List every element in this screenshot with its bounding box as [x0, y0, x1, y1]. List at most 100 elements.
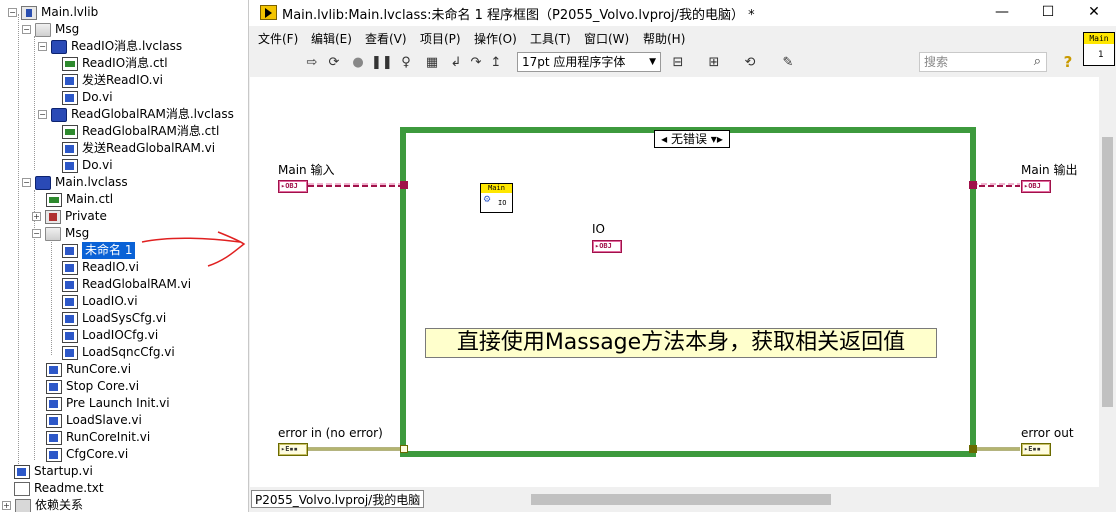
- clean-up-diagram-icon[interactable]: ✎: [779, 54, 797, 71]
- highlight-execution-icon[interactable]: ♀: [397, 54, 415, 71]
- input-tunnel[interactable]: [400, 181, 408, 189]
- vi-icon: [62, 141, 78, 156]
- tree-item-selected[interactable]: 未命名 1: [62, 242, 136, 259]
- tree-item[interactable]: Startup.vi: [14, 463, 93, 480]
- maximize-button[interactable]: ☐: [1025, 0, 1071, 26]
- tree-item[interactable]: LoadIOCfg.vi: [62, 327, 158, 344]
- io-indicator[interactable]: ▸OBJ: [592, 240, 622, 253]
- tree-item[interactable]: Main.ctl: [46, 191, 113, 208]
- tree-item[interactable]: LoadSqncCfg.vi: [62, 344, 175, 361]
- tree-item[interactable]: CfgCore.vi: [46, 446, 128, 463]
- main-input-terminal[interactable]: ▸OBJ: [278, 180, 308, 193]
- main-output-terminal[interactable]: ▸OBJ: [1021, 180, 1051, 193]
- tree-item[interactable]: RunCore.vi: [46, 361, 131, 378]
- menu-help[interactable]: 帮助(H): [643, 30, 685, 47]
- method-node-header: Main: [481, 184, 512, 193]
- abort-icon[interactable]: ●: [349, 54, 367, 71]
- close-button[interactable]: ✕: [1071, 0, 1116, 26]
- tree-item[interactable]: Pre Launch Init.vi: [46, 395, 170, 412]
- font-dropdown[interactable]: 17pt 应用程序字体 ▼: [517, 52, 661, 72]
- tree-item-readglobalram-class[interactable]: − ReadGlobalRAM消息.lvclass: [38, 106, 234, 123]
- tree-item-label: Pre Launch Init.vi: [66, 396, 170, 410]
- tree-item-main-class[interactable]: − Main.lvclass: [22, 174, 128, 191]
- distribute-objects-icon[interactable]: ⊞: [705, 54, 723, 71]
- tree-item[interactable]: 发送ReadGlobalRAM.vi: [62, 140, 215, 157]
- case-structure[interactable]: ◂ 无错误 ▾▸: [400, 127, 976, 457]
- tree-item-readio-class[interactable]: − ReadIO消息.lvclass: [38, 38, 182, 55]
- block-diagram-canvas[interactable]: ◂ 无错误 ▾▸ Main 输入 ▸OBJ Main 输出 ▸OBJ IO ▸O…: [250, 77, 1112, 487]
- tree-item[interactable]: Readme.txt: [14, 480, 104, 497]
- tree-item-label: ReadGlobalRAM消息.lvclass: [71, 107, 234, 121]
- tree-item-main-lvlib[interactable]: − Main.lvlib: [8, 4, 98, 21]
- run-continuously-icon[interactable]: ⟳: [325, 54, 343, 71]
- tree-item[interactable]: 发送ReadIO.vi: [62, 72, 163, 89]
- collapse-toggle[interactable]: −: [22, 178, 31, 187]
- vertical-scrollbar[interactable]: [1099, 77, 1116, 487]
- tree-item[interactable]: ReadGlobalRAM消息.ctl: [62, 123, 219, 140]
- tree-item-label: Main.ctl: [66, 192, 114, 206]
- align-objects-icon[interactable]: ⊟: [669, 54, 687, 71]
- pause-icon[interactable]: ❚❚: [371, 54, 393, 71]
- tree-item[interactable]: ReadIO消息.ctl: [62, 55, 168, 72]
- tree-item-dependencies[interactable]: + 依赖关系: [2, 497, 83, 512]
- collapse-toggle[interactable]: −: [32, 229, 41, 238]
- output-tunnel[interactable]: [969, 181, 977, 189]
- expand-toggle[interactable]: +: [32, 212, 41, 221]
- tree-item-msg-folder[interactable]: − Msg: [32, 225, 89, 242]
- context-help-button[interactable]: ?: [1059, 52, 1077, 72]
- expand-toggle[interactable]: +: [2, 501, 11, 510]
- vi-icon: [62, 260, 78, 275]
- menu-window[interactable]: 窗口(W): [584, 30, 629, 47]
- error-input-tunnel[interactable]: [400, 445, 408, 453]
- menu-edit[interactable]: 编辑(E): [311, 30, 352, 47]
- horizontal-scroll-thumb[interactable]: [531, 494, 831, 505]
- collapse-toggle[interactable]: −: [22, 25, 31, 34]
- title-bar[interactable]: Main.lvlib:Main.lvclass:未命名 1 程序框图（P2055…: [249, 0, 1116, 26]
- tree-item-private-folder[interactable]: + Private: [32, 208, 107, 225]
- collapse-toggle[interactable]: −: [38, 110, 47, 119]
- tree-item[interactable]: LoadIO.vi: [62, 293, 138, 310]
- error-in-terminal[interactable]: ▸E▪▪: [278, 443, 308, 456]
- readio-method-node[interactable]: Main ⚙ IO: [480, 183, 513, 213]
- run-arrow-icon[interactable]: ⇨: [303, 54, 321, 71]
- minimize-button[interactable]: —: [979, 0, 1025, 26]
- case-selector[interactable]: ◂ 无错误 ▾▸: [654, 130, 730, 148]
- horizontal-scrollbar[interactable]: [421, 492, 1097, 506]
- menu-project[interactable]: 项目(P): [420, 30, 461, 47]
- tree-item[interactable]: Do.vi: [62, 157, 113, 174]
- tree-item[interactable]: ReadGlobalRAM.vi: [62, 276, 191, 293]
- tree-item[interactable]: Stop Core.vi: [46, 378, 139, 395]
- collapse-toggle[interactable]: −: [8, 8, 17, 17]
- vertical-scroll-thumb[interactable]: [1102, 137, 1113, 407]
- search-icon[interactable]: ⌕: [1034, 53, 1041, 71]
- menu-file[interactable]: 文件(F): [258, 30, 298, 47]
- step-over-icon[interactable]: ↷: [467, 54, 485, 71]
- error-output-tunnel[interactable]: [969, 445, 977, 453]
- error-out-terminal[interactable]: ▸E▪▪: [1021, 443, 1051, 456]
- search-input[interactable]: 搜索 ⌕: [919, 52, 1047, 72]
- menu-tools[interactable]: 工具(T): [530, 30, 571, 47]
- retain-wire-values-icon[interactable]: ▦: [423, 54, 441, 71]
- tree-item[interactable]: Do.vi: [62, 89, 113, 106]
- vi-icon-number: 1: [1098, 50, 1104, 60]
- tree-item[interactable]: ReadIO.vi: [62, 259, 139, 276]
- method-node-io-label: IO: [498, 199, 507, 207]
- collapse-toggle[interactable]: −: [38, 42, 47, 51]
- vi-icon: [62, 311, 78, 326]
- project-tree: − Main.lvlib − Msg − ReadIO消息.lvclass Re…: [0, 0, 248, 512]
- menu-view[interactable]: 查看(V): [365, 30, 407, 47]
- annotation-arrow-icon: [141, 231, 246, 267]
- step-out-icon[interactable]: ↥: [487, 54, 505, 71]
- vi-icon: [62, 345, 78, 360]
- tree-item-label: 发送ReadIO.vi: [82, 73, 163, 87]
- step-into-icon[interactable]: ↲: [447, 54, 465, 71]
- tree-item[interactable]: LoadSlave.vi: [46, 412, 142, 429]
- tree-item[interactable]: RunCoreInit.vi: [46, 429, 150, 446]
- reorder-icon[interactable]: ⟲: [741, 54, 759, 71]
- tree-item-label: CfgCore.vi: [66, 447, 129, 461]
- tree-item-label: Startup.vi: [34, 464, 93, 478]
- menu-operate[interactable]: 操作(O): [474, 30, 517, 47]
- tree-item[interactable]: LoadSysCfg.vi: [62, 310, 166, 327]
- tree-item-msg-folder[interactable]: − Msg: [22, 21, 79, 38]
- vi-connector-icon[interactable]: Main 1: [1083, 32, 1115, 66]
